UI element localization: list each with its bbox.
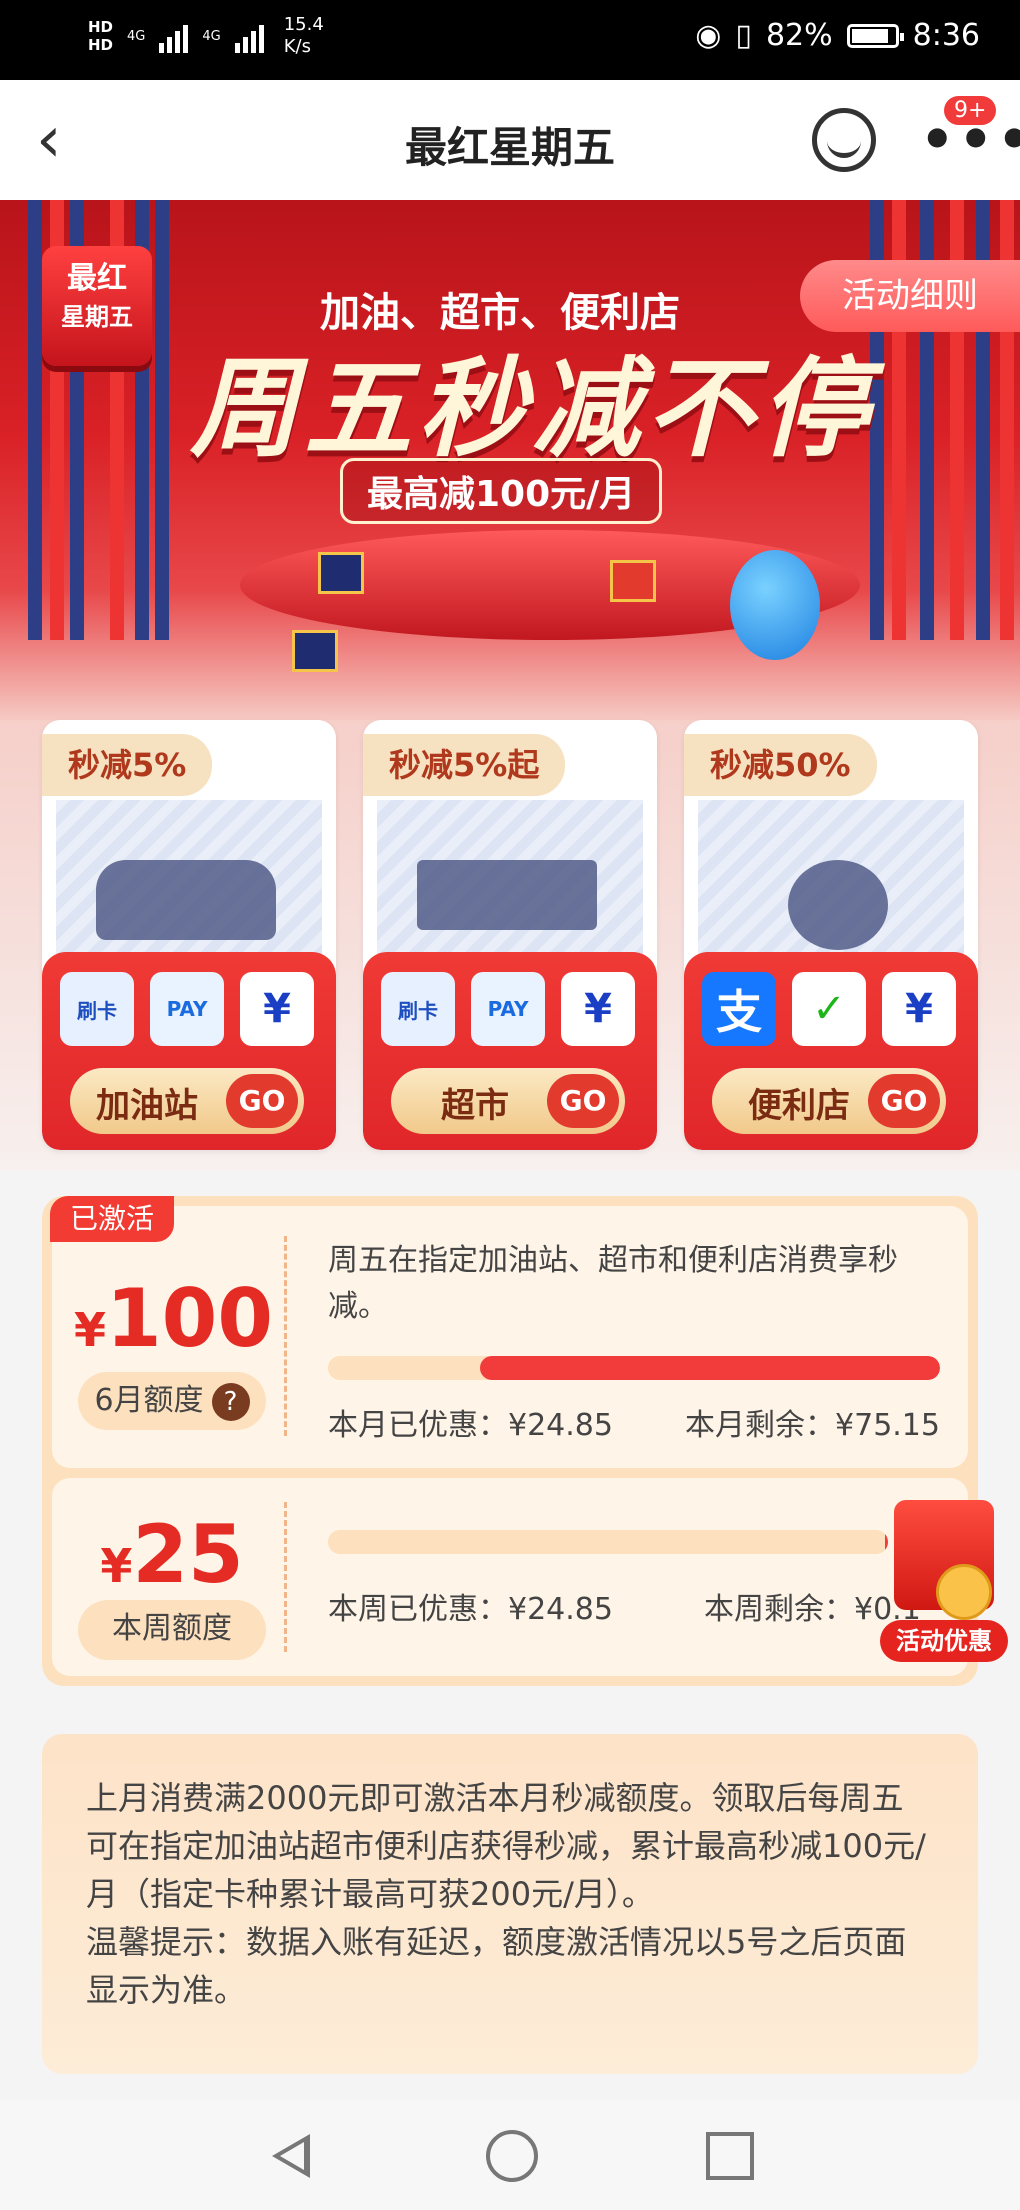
weekly-amount: ¥25 <box>74 1508 270 1601</box>
monthly-quota-label[interactable]: 6月额度? <box>78 1372 266 1430</box>
unionpay-icon: ¥ <box>561 972 635 1046</box>
quota-panel: ¥100 6月额度? 周五在指定加油站、超市和便利店消费享秒减。 本月已优惠：¥… <box>42 1196 978 1686</box>
card-supermarket[interactable]: 秒减5%起 刷卡 PAY ¥ 超市 GO <box>363 720 657 1150</box>
logo-line2: 星期五 <box>61 303 133 331</box>
net1-label: 4G <box>127 28 146 44</box>
campaign-logo: 最红 星期五 <box>42 246 152 366</box>
monthly-quota: ¥100 6月额度? 周五在指定加油站、超市和便利店消费享秒减。 本月已优惠：¥… <box>52 1206 968 1468</box>
eye-icon: ◉ <box>695 18 722 53</box>
hero-banner: 最红 星期五 加油、超市、便利店 周五秒减不停 最高减100元/月 活动细则 <box>0 200 1020 720</box>
card-gas-station[interactable]: 秒减5% 刷卡 PAY ¥ 加油站 GO <box>42 720 336 1150</box>
car-illustration <box>56 800 322 970</box>
info-notice: 上月消费满2000元即可激活本月秒减额度。领取后每周五可在指定加油站超市便利店获… <box>42 1734 978 2074</box>
coin-icon <box>936 1564 992 1620</box>
alipay-icon: 支 <box>702 972 776 1046</box>
card-pay-icon: 刷卡 <box>60 972 134 1046</box>
clock: 8:36 <box>912 18 980 53</box>
gift-icon <box>318 552 364 594</box>
more-menu-button[interactable]: ••• <box>920 113 1020 167</box>
gift-icon <box>292 630 338 672</box>
battery-percent: 82% <box>765 18 833 53</box>
weekly-quota-label: 本周额度 <box>78 1600 266 1660</box>
system-back-icon[interactable] <box>272 2134 310 2178</box>
yen-sign: ¥ <box>100 1539 133 1593</box>
go-label: 便利店 <box>748 1086 850 1126</box>
go-label: 加油站 <box>96 1086 198 1126</box>
monthly-remaining: 本月剩余：¥75.15 <box>685 1408 940 1443</box>
system-home-icon[interactable] <box>486 2130 538 2182</box>
hd1-text: HD <box>88 18 114 36</box>
promo-label: 活动优惠 <box>880 1620 1008 1662</box>
store-illustration <box>698 800 964 970</box>
monthly-progress <box>328 1356 940 1380</box>
vibrate-icon: ▯ <box>735 18 752 53</box>
signal-icon <box>159 19 189 53</box>
activated-badge: 已激活 <box>50 1196 174 1242</box>
weekly-used: 本周已优惠：¥24.85 <box>328 1592 613 1627</box>
status-bar: HD HD 4G 4G 15.4 K/s ◉ ▯ 82% 8:36 <box>0 0 1020 80</box>
card-pay-icon: 刷卡 <box>381 972 455 1046</box>
speed-value: 15.4 <box>283 14 324 35</box>
category-cards: 秒减5% 刷卡 PAY ¥ 加油站 GO 秒减5%起 刷卡 PAY ¥ 超市 G… <box>0 720 1020 1170</box>
shopping-bag-icon <box>610 560 656 602</box>
info-paragraph: 上月消费满2000元即可激活本月秒减额度。领取后每周五可在指定加油站超市便利店获… <box>86 1779 926 1913</box>
banner-headline: 周五秒减不停 <box>190 347 875 472</box>
rules-button[interactable]: 活动细则 <box>800 260 1020 332</box>
card-tag: 秒减5%起 <box>363 734 566 796</box>
convenience-store-go-button[interactable]: 便利店 GO <box>712 1068 946 1134</box>
customer-service-icon[interactable] <box>812 108 876 172</box>
help-icon[interactable]: ? <box>211 1382 250 1421</box>
unionpay-icon: ¥ <box>882 972 956 1046</box>
hd2-text: HD <box>88 36 114 54</box>
supermarket-go-button[interactable]: 超市 GO <box>391 1068 625 1134</box>
weekly-progress <box>328 1530 888 1554</box>
wechat-pay-icon: ✓ <box>792 972 866 1046</box>
card-tag: 秒减5% <box>42 734 213 796</box>
amount-number: 100 <box>106 1272 274 1365</box>
go-circle: GO <box>226 1074 298 1128</box>
nfc-pay-icon: PAY <box>471 972 545 1046</box>
go-circle: GO <box>547 1074 619 1128</box>
logo-line1: 最红 <box>67 261 127 296</box>
notification-badge: 9+ <box>944 96 997 125</box>
info-tip: 温馨提示：数据入账有延迟，额度激活情况以5号之后页面显示为准。 <box>86 1923 907 2009</box>
network-speed: 15.4 K/s <box>284 14 324 58</box>
quota-description: 周五在指定加油站、超市和便利店消费享秒减。 <box>328 1243 898 1324</box>
speed-unit: K/s <box>283 36 311 57</box>
mascot-icon <box>730 550 820 660</box>
card-convenience-store[interactable]: 秒减50% 支 ✓ ¥ 便利店 GO <box>684 720 978 1150</box>
hd-indicator: HD HD <box>88 18 113 54</box>
nfc-pay-icon: PAY <box>150 972 224 1046</box>
monthly-used: 本月已优惠：¥24.85 <box>328 1408 613 1443</box>
cart-illustration <box>377 800 643 970</box>
unionpay-icon: ¥ <box>240 972 314 1046</box>
battery-icon <box>846 23 904 48</box>
net2-label: 4G <box>202 28 221 44</box>
yen-sign: ¥ <box>74 1303 107 1357</box>
signal-icon-2 <box>234 19 264 53</box>
banner-cap: 最高减100元/月 <box>340 458 663 524</box>
go-circle: GO <box>868 1074 940 1128</box>
system-recents-icon[interactable] <box>706 2132 754 2180</box>
weekly-quota: ¥25 本周额度 本周已优惠：¥24.85 本周剩余：¥0.1 <box>52 1478 968 1676</box>
gas-station-go-button[interactable]: 加油站 GO <box>70 1068 304 1134</box>
navbar: ‹ 最红星期五 ••• 9+ <box>0 80 1020 200</box>
amount-number: 25 <box>132 1508 244 1601</box>
go-label: 超市 <box>441 1086 509 1126</box>
pill-text: 6月额度 <box>94 1383 204 1418</box>
promo-float-button[interactable]: 活动优惠 <box>880 1500 1010 1670</box>
monthly-progress-fill <box>480 1356 940 1380</box>
card-tag: 秒减50% <box>684 734 877 796</box>
monthly-amount: ¥100 <box>74 1272 274 1365</box>
system-nav-bar <box>0 2100 1020 2210</box>
